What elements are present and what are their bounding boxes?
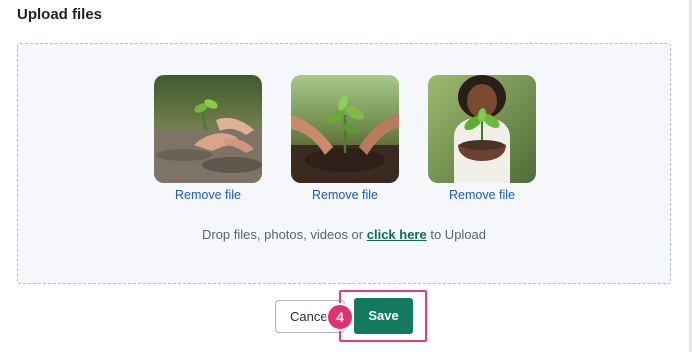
click-here-link[interactable]: click here [367, 227, 427, 242]
thumbnail-image [428, 75, 536, 183]
upload-hint-prefix: Drop files, photos, videos or [201, 227, 367, 242]
step-number-badge: 4 [328, 305, 352, 329]
section-title: Upload files [17, 6, 103, 23]
file-thumbnail: Remove file [428, 75, 536, 202]
upload-hint: Drop files, photos, videos or click here… [18, 227, 670, 242]
thumbnail-image [291, 75, 399, 183]
file-dropzone[interactable]: Remove file Remove file Remove file Drop… [17, 43, 671, 284]
thumbnail-image [154, 75, 262, 183]
file-thumbnail: Remove file [154, 75, 262, 202]
file-thumbnail: Remove file [291, 75, 399, 202]
save-button[interactable]: Save [354, 298, 413, 334]
upload-hint-suffix: to Upload [426, 227, 486, 242]
remove-file-link[interactable]: Remove file [398, 188, 566, 202]
